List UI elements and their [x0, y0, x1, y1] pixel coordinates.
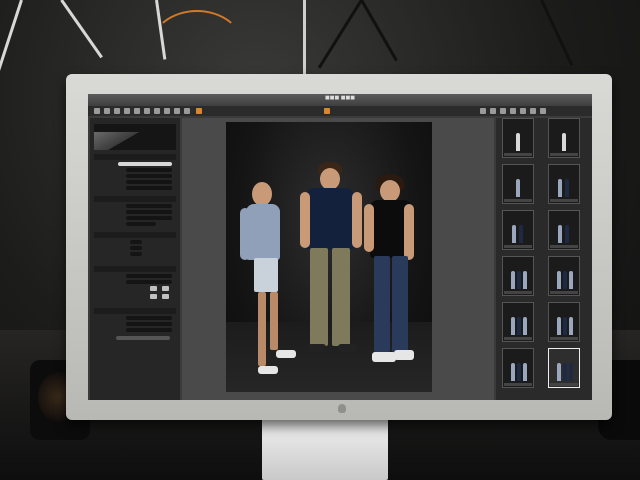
thumbnail[interactable]	[548, 210, 580, 250]
straighten-icon[interactable]	[124, 108, 130, 114]
setting-row[interactable]	[96, 186, 176, 191]
setting-row[interactable]	[96, 162, 176, 167]
proof-icon[interactable]	[540, 108, 546, 114]
setting-row[interactable]	[96, 210, 176, 215]
thumbnail-selected[interactable]	[548, 348, 580, 388]
setting-row[interactable]	[96, 216, 176, 221]
swatch-button[interactable]	[162, 286, 169, 291]
setting-row[interactable]	[96, 280, 176, 285]
setting-row[interactable]	[96, 286, 176, 291]
full-screen-icon[interactable]	[530, 108, 536, 114]
setting-row[interactable]	[96, 174, 176, 179]
thumbnail[interactable]	[502, 164, 534, 204]
setting-row[interactable]	[96, 316, 176, 321]
spot-icon[interactable]	[144, 108, 150, 114]
setting-row[interactable]	[96, 294, 176, 299]
thumbnail[interactable]	[502, 210, 534, 250]
swatch-button[interactable]	[150, 294, 157, 299]
loupe-icon[interactable]	[174, 108, 180, 114]
process-button[interactable]	[96, 336, 176, 341]
monitor-screen: ■■■ ■■■	[88, 94, 592, 400]
capture-icon[interactable]	[196, 108, 202, 114]
thumbnail[interactable]	[502, 256, 534, 296]
window-titlebar: ■■■ ■■■	[88, 94, 592, 106]
setting-row[interactable]	[96, 204, 176, 209]
setting-row[interactable]	[96, 180, 176, 185]
viewer-icon[interactable]	[510, 108, 516, 114]
thumbnail[interactable]	[502, 118, 534, 158]
multi-view-icon[interactable]	[520, 108, 526, 114]
section-header[interactable]	[94, 308, 176, 314]
thumbnail[interactable]	[548, 256, 580, 296]
crop-icon[interactable]	[114, 108, 120, 114]
tool-panel	[90, 118, 180, 400]
setting-row[interactable]	[96, 322, 176, 327]
thumbnail[interactable]	[502, 302, 534, 342]
keystone-icon[interactable]	[134, 108, 140, 114]
thumbnail[interactable]	[548, 164, 580, 204]
wb-picker-icon[interactable]	[154, 108, 160, 114]
orange-cable	[150, 10, 244, 84]
setting-row[interactable]	[96, 222, 176, 227]
import-icon[interactable]	[94, 108, 100, 114]
swatch-button[interactable]	[162, 294, 169, 299]
photo-preview[interactable]	[226, 122, 432, 392]
capture-icon[interactable]	[184, 108, 190, 114]
exposure-warning-icon[interactable]	[164, 108, 170, 114]
grid-icon[interactable]	[480, 108, 486, 114]
section-header[interactable]	[94, 154, 176, 160]
filmstrip	[496, 118, 592, 400]
tripod-leg	[303, 0, 306, 75]
setting-row[interactable]	[96, 246, 176, 251]
monitor-stand	[262, 418, 388, 480]
section-header[interactable]	[94, 266, 176, 272]
rotate-icon[interactable]	[104, 108, 110, 114]
window-title: ■■■ ■■■	[325, 95, 355, 101]
swatch-button[interactable]	[150, 286, 157, 291]
capture-icon[interactable]	[324, 108, 330, 114]
thumbnail[interactable]	[502, 348, 534, 388]
apple-logo-icon	[338, 404, 346, 413]
section-header[interactable]	[94, 196, 176, 202]
image-caption	[226, 394, 432, 399]
image-viewer[interactable]	[182, 118, 494, 400]
filmstrip-icon[interactable]	[490, 108, 496, 114]
setting-row[interactable]	[96, 328, 176, 333]
setting-row[interactable]	[96, 168, 176, 173]
histogram	[94, 124, 176, 150]
browser-icon[interactable]	[500, 108, 506, 114]
setting-row[interactable]	[96, 252, 176, 257]
section-header[interactable]	[94, 232, 176, 238]
setting-row[interactable]	[96, 240, 176, 245]
setting-row[interactable]	[96, 274, 176, 279]
toolbar	[88, 106, 592, 116]
thumbnail[interactable]	[548, 118, 580, 158]
thumbnail[interactable]	[548, 302, 580, 342]
